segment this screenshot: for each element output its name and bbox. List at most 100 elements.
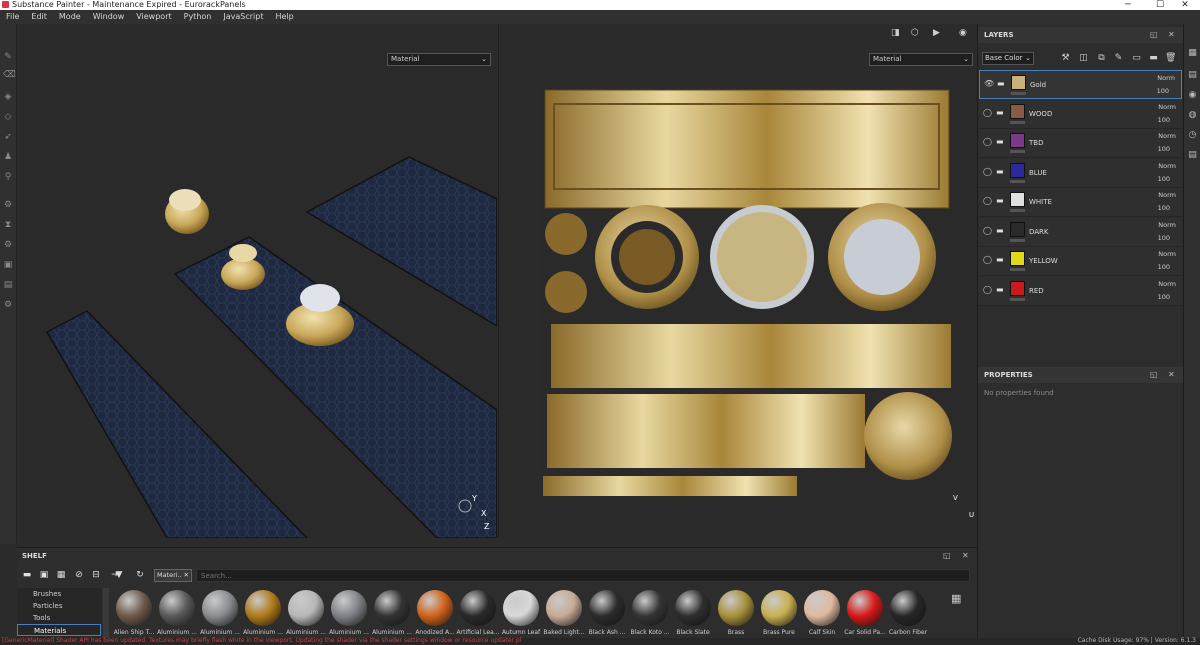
- close-window-icon[interactable]: ✕: [1165, 0, 1200, 10]
- blend-mode-select[interactable]: Norm: [1158, 132, 1176, 140]
- layer-row-blue[interactable]: ◯ ▬ BLUE Norm 100: [979, 159, 1182, 188]
- layers-tab-icon[interactable]: ▤: [1187, 70, 1198, 81]
- close-panel-icon[interactable]: ✕: [962, 548, 969, 564]
- layer-row-gold[interactable]: 👁 ▬ Gold Norm 100: [979, 70, 1182, 99]
- material-tile[interactable]: Brass: [715, 590, 757, 639]
- folder-icon[interactable]: ▬: [21, 569, 33, 581]
- layer-row-white[interactable]: ◯ ▬ WHITE Norm 100: [979, 188, 1182, 217]
- viewport-3d-display-select[interactable]: Material ⌄: [387, 53, 491, 66]
- float-panel-icon[interactable]: ◱: [943, 548, 951, 564]
- menu-edit[interactable]: Edit: [25, 10, 53, 24]
- menu-mode[interactable]: Mode: [53, 10, 87, 24]
- add-fill-layer-icon[interactable]: ⧉: [1096, 53, 1107, 64]
- material-tile[interactable]: Aluminium ...: [156, 590, 198, 639]
- clone-stamp-icon[interactable]: ♟: [3, 152, 13, 162]
- menu-python[interactable]: Python: [178, 10, 218, 24]
- settings-gear-icon[interactable]: ⚙: [3, 200, 13, 210]
- visibility-eye-icon[interactable]: ◯: [983, 167, 993, 177]
- photoshop-export-icon[interactable]: ▣: [3, 260, 13, 270]
- menu-file[interactable]: File: [0, 10, 25, 24]
- visibility-eye-icon[interactable]: ◯: [983, 255, 993, 265]
- collapse-icon[interactable]: ⊟: [90, 569, 102, 581]
- layer-opacity[interactable]: 100: [1158, 234, 1170, 242]
- smudge-icon[interactable]: ➶: [3, 132, 13, 142]
- blend-mode-select[interactable]: Norm: [1158, 221, 1176, 229]
- menu-viewport[interactable]: Viewport: [130, 10, 177, 24]
- blend-mode-select[interactable]: Norm: [1158, 280, 1176, 288]
- log-icon[interactable]: ▤: [1187, 150, 1198, 161]
- eraser-icon[interactable]: ⌫: [3, 70, 16, 80]
- add-mask-icon[interactable]: ◫: [1078, 53, 1089, 64]
- material-tile[interactable]: Alien Ship T...: [113, 590, 155, 639]
- close-panel-icon[interactable]: ✕: [1168, 367, 1175, 383]
- remove-filter-icon[interactable]: ✕: [184, 570, 189, 581]
- material-tile[interactable]: Artificial Lea...: [457, 590, 499, 639]
- material-tile[interactable]: Baked Light...: [543, 590, 585, 639]
- color-picker-icon[interactable]: ⚲: [3, 172, 13, 182]
- menu-javascript[interactable]: JavaScript: [217, 10, 269, 24]
- float-panel-icon[interactable]: ◱: [1150, 367, 1158, 383]
- material-tile[interactable]: Black Ash ...: [586, 590, 628, 639]
- display-settings-icon[interactable]: ◉: [1187, 90, 1198, 101]
- material-tile[interactable]: Car Solid Pa...: [844, 590, 886, 639]
- material-tile[interactable]: Aluminium ...: [371, 590, 413, 639]
- layer-row-tbd[interactable]: ◯ ▬ TBD Norm 100: [979, 129, 1182, 158]
- funnel-icon[interactable]: ▼: [113, 569, 125, 581]
- add-paint-layer-icon[interactable]: ✎: [1113, 53, 1124, 64]
- blend-mode-select[interactable]: Norm: [1158, 191, 1176, 199]
- shader-settings-icon[interactable]: ◍: [1187, 110, 1198, 121]
- visibility-eye-icon[interactable]: ◯: [983, 137, 993, 147]
- material-tile[interactable]: Calf Skin: [801, 590, 843, 639]
- visibility-eye-icon[interactable]: 👁: [984, 79, 994, 89]
- material-tile[interactable]: Aluminium ...: [328, 590, 370, 639]
- blend-mode-select[interactable]: Norm: [1158, 162, 1176, 170]
- category-tools[interactable]: Tools: [17, 612, 101, 624]
- hide-icon[interactable]: ⊘: [73, 569, 85, 581]
- shelf-search-input[interactable]: [196, 569, 970, 582]
- layer-row-red[interactable]: ◯ ▬ RED Norm 100: [979, 277, 1182, 306]
- history-icon[interactable]: ◷: [1187, 130, 1198, 141]
- layer-opacity[interactable]: 100: [1158, 175, 1170, 183]
- category-particles[interactable]: Particles: [17, 600, 101, 612]
- add-folder-icon[interactable]: ▭: [1131, 53, 1142, 64]
- filter-chip-materials[interactable]: Materi.. ✕: [154, 569, 192, 582]
- layer-opacity[interactable]: 100: [1157, 87, 1169, 95]
- layer-opacity[interactable]: 100: [1158, 116, 1170, 124]
- blend-mode-select[interactable]: Norm: [1158, 250, 1176, 258]
- visibility-eye-icon[interactable]: ◯: [983, 108, 993, 118]
- share-icon[interactable]: ▤: [3, 280, 13, 290]
- refresh-icon[interactable]: ↻: [134, 569, 146, 581]
- category-scrollbar[interactable]: [103, 588, 109, 639]
- viewport-2d[interactable]: ◨ ⬡ ▶ ◉ Material ⌄ V U: [498, 24, 976, 538]
- visibility-eye-icon[interactable]: ◯: [983, 226, 993, 236]
- category-materials[interactable]: Materials: [17, 624, 101, 636]
- float-panel-icon[interactable]: ◱: [1150, 27, 1158, 43]
- close-panel-icon[interactable]: ✕: [1168, 27, 1175, 43]
- delete-layer-icon[interactable]: 🗑: [1165, 53, 1176, 64]
- material-tile[interactable]: Aluminium ...: [285, 590, 327, 639]
- plugin-gear-icon[interactable]: ⚙: [3, 300, 13, 310]
- layer-opacity[interactable]: 100: [1158, 204, 1170, 212]
- library-icon[interactable]: ▦: [55, 569, 67, 581]
- paint-brush-icon[interactable]: ✎: [3, 52, 13, 62]
- material-tile[interactable]: Black Slate: [672, 590, 714, 639]
- layer-row-yellow[interactable]: ◯ ▬ YELLOW Norm 100: [979, 247, 1182, 276]
- layer-row-wood[interactable]: ◯ ▬ WOOD Norm 100: [979, 100, 1182, 129]
- material-tile[interactable]: Black Koto ...: [629, 590, 671, 639]
- material-tile[interactable]: Carbon Fiber: [887, 590, 929, 639]
- add-group-icon[interactable]: ▬: [1148, 53, 1159, 64]
- bake-icon[interactable]: ⚙: [3, 240, 13, 250]
- layer-row-dark[interactable]: ◯ ▬ DARK Norm 100: [979, 218, 1182, 247]
- projection-icon[interactable]: ◈: [3, 92, 13, 102]
- blend-mode-select[interactable]: Norm: [1157, 74, 1175, 82]
- add-effect-icon[interactable]: ⚒: [1060, 53, 1071, 64]
- material-tile[interactable]: Aluminium ...: [199, 590, 241, 639]
- hourglass-icon[interactable]: ⧗: [3, 220, 13, 230]
- new-folder-icon[interactable]: ▣: [38, 569, 50, 581]
- channel-select[interactable]: Base Color ⌄: [982, 52, 1034, 65]
- material-tile[interactable]: Autumn Leaf: [500, 590, 542, 639]
- viewport-3d[interactable]: Material ⌄ Y X Z: [17, 24, 497, 538]
- layer-opacity[interactable]: 100: [1158, 145, 1170, 153]
- menu-help[interactable]: Help: [269, 10, 299, 24]
- material-tile[interactable]: Aluminium ...: [242, 590, 284, 639]
